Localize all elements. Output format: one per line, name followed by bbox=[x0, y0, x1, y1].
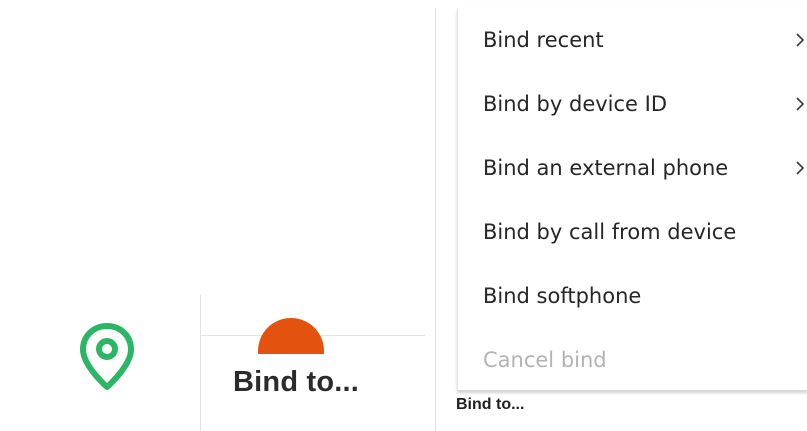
avatar bbox=[258, 318, 324, 354]
menu-item-label: Bind recent bbox=[483, 28, 604, 52]
bind-context-menu: Bind recent Bind by device ID Bind an ex… bbox=[457, 8, 807, 391]
menu-item-bind-by-call[interactable]: Bind by call from device bbox=[458, 200, 807, 264]
chevron-right-icon bbox=[796, 161, 805, 175]
chevron-right-icon bbox=[796, 97, 805, 111]
menu-item-bind-external-phone[interactable]: Bind an external phone bbox=[458, 136, 807, 200]
bind-to-label[interactable]: Bind to... bbox=[456, 396, 524, 414]
page: Bind to... Bind to... Bind recent Bind b… bbox=[0, 0, 807, 431]
menu-item-label: Bind by call from device bbox=[483, 220, 737, 244]
menu-item-bind-softphone[interactable]: Bind softphone bbox=[458, 264, 807, 328]
menu-item-label: Cancel bind bbox=[483, 348, 607, 372]
divider-left bbox=[200, 295, 201, 431]
divider-middle bbox=[435, 8, 436, 431]
menu-item-label: Bind by device ID bbox=[483, 92, 668, 116]
menu-item-label: Bind softphone bbox=[483, 284, 642, 308]
menu-item-bind-by-device-id[interactable]: Bind by device ID bbox=[458, 72, 807, 136]
menu-item-cancel-bind: Cancel bind bbox=[458, 328, 807, 392]
chevron-right-icon bbox=[796, 33, 805, 47]
menu-item-bind-recent[interactable]: Bind recent bbox=[458, 8, 807, 72]
menu-item-label: Bind an external phone bbox=[483, 156, 729, 180]
map-pin-icon bbox=[80, 323, 134, 390]
bind-to-button[interactable]: Bind to... bbox=[233, 366, 359, 399]
